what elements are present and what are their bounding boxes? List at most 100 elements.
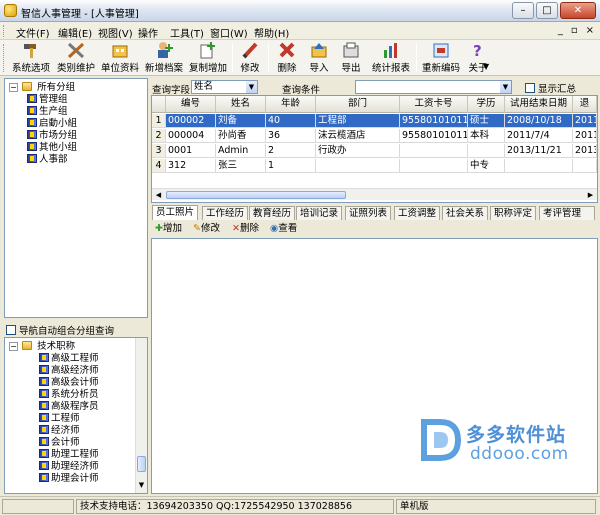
tree-node-group[interactable]: 启動小組 (27, 118, 77, 129)
tab-assessment[interactable]: 考评管理 (539, 206, 595, 220)
column-header[interactable]: 年龄 (266, 96, 316, 113)
tree-node-title[interactable]: 高级会计师 (39, 377, 99, 388)
title-bar: 智信人事管理 - [人事管理] – □ ✕ (0, 0, 600, 22)
mdi-close-button[interactable]: × (586, 25, 594, 36)
pencil-icon: ✎ (193, 223, 201, 234)
export-icon (341, 41, 361, 59)
new-record-button[interactable]: 新增档案 (143, 41, 185, 74)
grid-horizontal-scrollbar[interactable]: ◀ ▶ (152, 188, 597, 200)
delete-x-icon (277, 41, 297, 59)
show-summary-checkbox[interactable]: 显示汇总 (525, 81, 576, 95)
column-header[interactable]: 工资卡号 (400, 96, 468, 113)
sub-edit-button[interactable]: ✎修改 (193, 222, 220, 236)
checkbox-box[interactable] (6, 325, 16, 335)
tree-node-group[interactable]: 其他小组 (27, 142, 77, 153)
tree-node-title[interactable]: 助理工程师 (39, 449, 99, 460)
export-button[interactable]: 导出 (337, 41, 365, 74)
column-header[interactable]: 编号 (166, 96, 216, 113)
menu-edit[interactable]: 编辑(E) (58, 25, 92, 40)
tree-node-root-titles[interactable]: − 技术职称 (9, 341, 75, 352)
title-tree: − 技术职称 高级工程师 高级经济师 高级会计师 系统分析员 高级程序员 工程师… (4, 337, 148, 494)
system-options-button[interactable]: 系统选项 (10, 41, 52, 74)
tab-salary-adjust[interactable]: 工资调整 (394, 206, 441, 220)
tree-node-root-groups[interactable]: − 所有分组 (9, 82, 75, 93)
column-header[interactable]: 部门 (316, 96, 400, 113)
mdi-minimize-button[interactable]: _ (558, 25, 563, 36)
nav-auto-combine-checkbox[interactable]: 导航自动组合分组查询 (6, 323, 114, 337)
group-icon (27, 118, 37, 127)
report-button[interactable]: 统计报表 (369, 41, 413, 74)
scroll-down-arrow-icon[interactable]: ▼ (136, 481, 147, 489)
tree-node-title[interactable]: 高级经济师 (39, 365, 99, 376)
scrollbar-thumb[interactable] (137, 456, 146, 472)
menu-window[interactable]: 窗口(W) (210, 25, 248, 40)
tab-work-history[interactable]: 工作经历 (202, 206, 249, 220)
query-field-select[interactable]: 姓名 ▼ (191, 80, 258, 94)
vertical-scrollbar[interactable]: ▼ (135, 338, 147, 493)
sub-add-button[interactable]: ✚增加 (155, 222, 182, 236)
watermark-logo-icon (418, 416, 462, 464)
scrollbar-thumb[interactable] (166, 191, 346, 199)
copy-add-icon (198, 41, 218, 59)
toolbar-overflow-icon[interactable]: ▼ (483, 62, 489, 71)
tab-relations[interactable]: 社会关系 (442, 206, 489, 220)
menu-bar: 文件(F) 编辑(E) 视图(V) 操作 工具(T) 窗口(W) 帮助(H) _… (0, 22, 600, 40)
delete-x-icon: ✕ (232, 223, 240, 234)
tree-node-title[interactable]: 高级工程师 (39, 353, 99, 364)
recode-button[interactable]: 重新编码 (419, 41, 463, 74)
tab-training[interactable]: 培训记录 (296, 206, 343, 220)
edit-button[interactable]: 修改 (236, 41, 264, 74)
tab-education[interactable]: 教育经历 (249, 206, 296, 220)
import-button[interactable]: 导入 (305, 41, 333, 74)
menu-view[interactable]: 视图(V) (98, 25, 133, 40)
category-maintain-button[interactable]: 类别维护 (55, 41, 97, 74)
dropdown-arrow-icon[interactable]: ▼ (246, 81, 257, 93)
group-tree: − 所有分组 管理组 生产组 启動小組 市场分组 其他小组 人事部 (4, 78, 148, 318)
minimize-button[interactable]: – (512, 2, 534, 19)
tree-node-title[interactable]: 工程师 (39, 413, 80, 424)
tree-node-group[interactable]: 管理组 (27, 94, 68, 105)
hammer-icon (21, 41, 41, 59)
delete-button[interactable]: 删除 (273, 41, 301, 74)
sub-delete-button[interactable]: ✕删除 (232, 222, 259, 236)
query-condition-select[interactable]: ▼ (355, 80, 512, 94)
column-header[interactable]: 退 (573, 96, 597, 113)
toolbar-separator (416, 44, 417, 72)
maximize-button[interactable]: □ (536, 2, 558, 19)
add-person-icon (154, 41, 174, 59)
tree-node-title[interactable]: 助理经济师 (39, 461, 99, 472)
menu-file[interactable]: 文件(F) (16, 25, 50, 40)
add-icon: ✚ (155, 223, 163, 234)
tree-node-group[interactable]: 市场分组 (27, 130, 77, 141)
column-header[interactable]: 姓名 (216, 96, 266, 113)
tab-certificates[interactable]: 证照列表 (345, 206, 392, 220)
sub-view-button[interactable]: ◉查看 (270, 222, 297, 236)
tree-node-title[interactable]: 经济师 (39, 425, 80, 436)
tree-node-title[interactable]: 会计师 (39, 437, 80, 448)
dropdown-arrow-icon[interactable]: ▼ (500, 81, 511, 93)
copy-add-button[interactable]: 复制增加 (187, 41, 229, 74)
column-header[interactable]: 试用结束日期 (505, 96, 573, 113)
tree-node-title[interactable]: 高级程序员 (39, 401, 99, 412)
title-icon (39, 389, 49, 398)
collapse-icon[interactable]: − (9, 342, 18, 351)
close-button[interactable]: ✕ (560, 2, 596, 19)
column-header[interactable]: 学历 (468, 96, 505, 113)
tab-title-evaluation[interactable]: 职称评定 (490, 206, 537, 220)
mdi-restore-button[interactable]: ▫ (571, 25, 578, 36)
collapse-icon[interactable]: − (9, 83, 18, 92)
menu-operate[interactable]: 操作 (138, 25, 158, 40)
scroll-left-arrow-icon[interactable]: ◀ (153, 190, 164, 200)
tree-node-group[interactable]: 人事部 (27, 154, 68, 165)
svg-text:?: ? (473, 42, 482, 59)
tree-node-group[interactable]: 生产组 (27, 106, 68, 117)
group-icon (27, 142, 37, 151)
company-info-button[interactable]: 单位资料 (99, 41, 141, 74)
tab-employee-photo[interactable]: 员工照片 (152, 205, 199, 220)
scroll-right-arrow-icon[interactable]: ▶ (585, 190, 596, 200)
checkbox-box[interactable] (525, 83, 535, 93)
menu-help[interactable]: 帮助(H) (254, 25, 289, 40)
menu-tools[interactable]: 工具(T) (170, 25, 204, 40)
tree-node-title[interactable]: 系统分析员 (39, 389, 99, 400)
tree-node-title[interactable]: 助理会计师 (39, 473, 99, 484)
